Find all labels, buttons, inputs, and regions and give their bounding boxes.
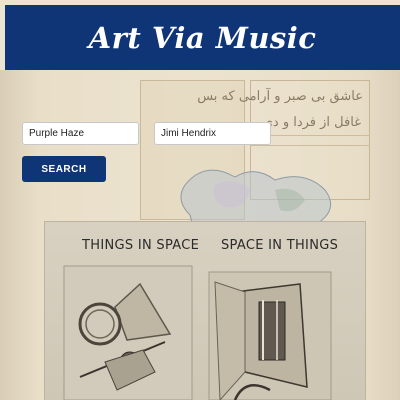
artwork-right-caption: SPACE IN THINGS [221,238,339,253]
artwork-image: THINGS IN SPACE SPACE IN THINGS [45,222,365,400]
song-input[interactable] [22,122,139,145]
site-title: Art Via Music [88,20,317,55]
manuscript-text-line: عاشق بی صبر و آرامی که بس [197,89,363,104]
manuscript-text-line: غافل از فردا و دی [262,115,361,130]
artist-input[interactable] [154,122,271,145]
manuscript-rule [250,145,370,146]
artwork-left-caption: THINGS IN SPACE [82,238,200,253]
search-button[interactable]: SEARCH [22,156,106,182]
site-header: Art Via Music [5,5,400,70]
